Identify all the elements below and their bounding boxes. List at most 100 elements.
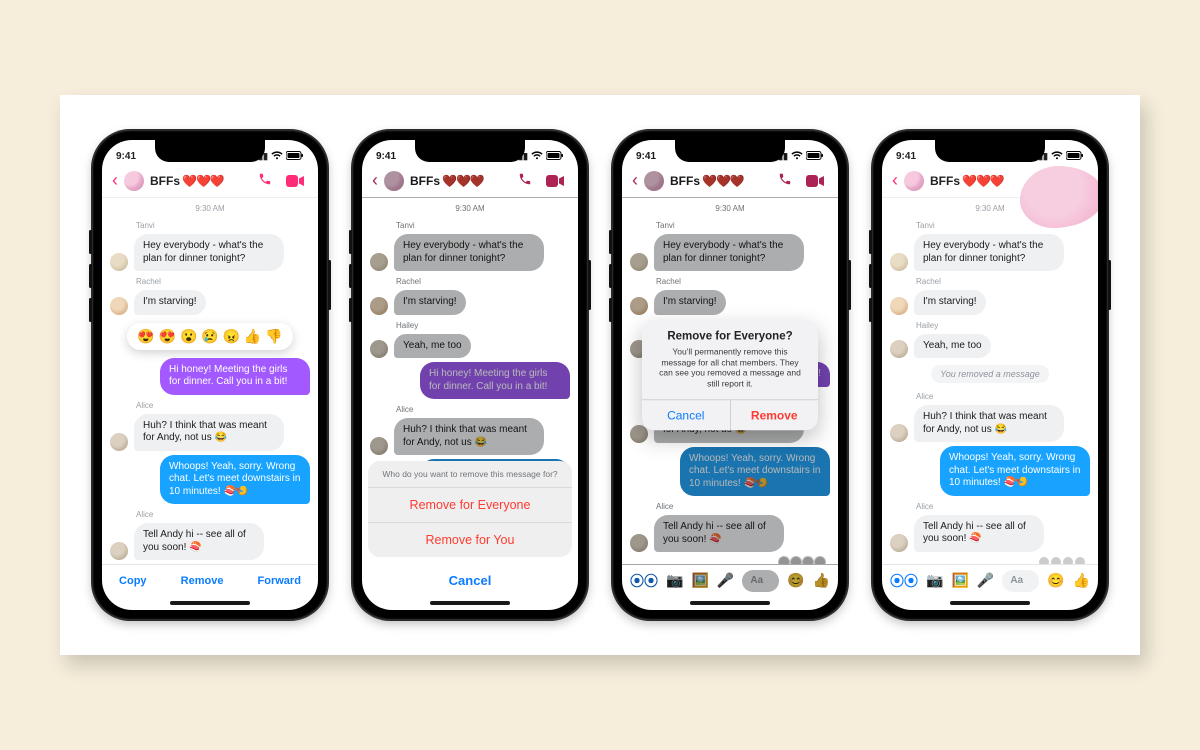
chat-timeline[interactable]: 9:30 AM Tanvi Hey everybody - what's the… [882,198,1098,564]
home-indicator[interactable] [102,596,318,610]
message-bubble[interactable]: Whoops! Yeah, sorry. Wrong chat. Let's m… [940,446,1090,496]
removed-message-notice: You removed a message [931,365,1049,383]
composer-bar: ⦿⦿ 📷 🖼️ 🎤 Aa 😊 👍 [882,564,1098,596]
mic-icon[interactable]: 🎤 [717,572,734,589]
chat-title-text: BFFs [150,174,180,188]
chat-title[interactable]: BFFs ❤️❤️❤️ [150,174,224,188]
chat-avatar[interactable] [644,171,664,191]
message-row[interactable]: Hey everybody - what's the plan for dinn… [110,234,310,271]
chat-avatar[interactable] [124,171,144,191]
message-row: Huh? I think that was meant for Andy, no… [370,418,570,455]
message-row: I'm starving! [370,290,570,315]
message-bubble[interactable]: Huh? I think that was meant for Andy, no… [914,405,1064,442]
remove-for-you-button[interactable]: Remove for You [368,523,572,557]
camera-icon[interactable]: 📷 [926,572,943,589]
home-indicator[interactable] [362,596,578,610]
message-row[interactable]: I'm starving! [890,290,1090,315]
timestamp: 9:30 AM [110,204,310,213]
remove-for-everyone-button[interactable]: Remove for Everyone [368,488,572,523]
camera-icon[interactable]: 📷 [666,572,683,589]
message-row[interactable]: Hi honey! Meeting the girls for dinner. … [110,358,310,395]
mic-icon[interactable]: 🎤 [977,572,994,589]
call-icon[interactable] [774,172,796,189]
screen-4: 9:41 ▮▮▮▮ ‹ BFFs❤️❤️❤️ 9:30 AM Tanvi Hey… [882,140,1098,610]
screen-2: 9:41 ▮▮▮▮ ‹ BFFs ❤️❤️❤️ 9:30 A [362,140,578,610]
message-bubble[interactable]: Huh? I think that was meant for Andy, no… [134,414,284,451]
like-icon[interactable]: 👍 [1073,572,1090,589]
alert-title: Remove for Everyone? [642,320,818,346]
phone-4: 9:41 ▮▮▮▮ ‹ BFFs❤️❤️❤️ 9:30 AM Tanvi Hey… [872,130,1108,620]
notch [415,140,525,162]
video-icon[interactable] [802,175,828,187]
message-bubble[interactable]: Hey everybody - what's the plan for dinn… [914,234,1064,271]
status-time: 9:41 [896,151,916,162]
message-bubble: Whoops! Yeah, sorry. Wrong chat. Let's m… [680,447,830,497]
back-chevron-icon[interactable]: ‹ [372,170,378,191]
message-row[interactable]: Whoops! Yeah, sorry. Wrong chat. Let's m… [110,455,310,505]
alert-remove-button[interactable]: Remove [730,400,819,430]
battery-icon [806,151,824,162]
message-bubble[interactable]: I'm starving! [134,290,206,315]
message-bubble[interactable]: I'm starving! [914,290,986,315]
message-row[interactable]: Huh? I think that was meant for Andy, no… [890,405,1090,442]
message-bubble[interactable]: Whoops! Yeah, sorry. Wrong chat. Let's m… [160,455,310,505]
message-row[interactable]: Tell Andy hi -- see all of you soon! 🍣 [110,523,310,560]
status-time: 9:41 [376,151,396,162]
remove-button[interactable]: Remove [181,575,224,587]
message-row[interactable]: Yeah, me too [890,334,1090,359]
video-icon[interactable] [542,175,568,187]
gallery-icon[interactable]: 🖼️ [691,572,708,589]
message-bubble[interactable]: Tell Andy hi -- see all of you soon! 🍣 [134,523,264,560]
apps-icon[interactable]: ⦿⦿ [890,571,918,591]
sender-label: Tanvi [136,221,310,230]
timestamp: 9:30 AM [370,204,570,213]
sender-avatar [110,542,128,560]
notch [675,140,785,162]
reaction-emojis[interactable]: 😍 😍 😮 😢 😠 👍 👎 [137,328,282,345]
message-bubble[interactable]: Yeah, me too [914,334,991,359]
sheet-cancel-button[interactable]: Cancel [368,563,572,598]
composer-input[interactable]: Aa [1002,570,1039,592]
wifi-icon [791,151,803,162]
message-bubble[interactable]: Tell Andy hi -- see all of you soon! 🍣 [914,515,1044,552]
chat-timeline[interactable]: 9:30 AM Tanvi Hey everybody - what's the… [102,198,318,564]
copy-button[interactable]: Copy [119,575,147,587]
message-row[interactable]: Hey everybody - what's the plan for dinn… [890,234,1090,271]
chat-avatar[interactable] [384,171,404,191]
seen-indicators [630,556,830,564]
chat-avatar[interactable] [904,171,924,191]
emoji-icon[interactable]: 😊 [787,572,804,589]
message-bubble: I'm starving! [394,290,466,315]
sender-label: Alice [136,401,310,410]
message-bubble: Hey everybody - what's the plan for dinn… [654,234,804,271]
chat-title[interactable]: BFFs ❤️❤️❤️ [410,174,484,188]
like-icon[interactable]: 👍 [813,572,830,589]
call-icon[interactable] [254,172,276,189]
notch [935,140,1045,162]
message-row[interactable]: Whoops! Yeah, sorry. Wrong chat. Let's m… [890,446,1090,496]
battery-icon [1066,151,1084,162]
sender-label: Rachel [396,277,570,286]
gallery-icon[interactable]: 🖼️ [951,572,968,589]
back-chevron-icon[interactable]: ‹ [892,170,898,191]
home-indicator[interactable] [622,596,838,610]
message-bubble[interactable]: Hey everybody - what's the plan for dinn… [134,234,284,271]
emoji-icon[interactable]: 😊 [1047,572,1064,589]
reaction-bar[interactable]: 😍 😍 😮 😢 😠 👍 👎 [127,323,292,350]
alert-cancel-button[interactable]: Cancel [642,400,730,430]
message-row[interactable]: Huh? I think that was meant for Andy, no… [110,414,310,451]
message-row[interactable]: I'm starving! [110,290,310,315]
apps-icon[interactable]: ⦿⦿ [630,571,658,591]
video-icon[interactable] [282,175,308,187]
composer-input[interactable]: Aa [742,570,779,592]
message-row[interactable]: Tell Andy hi -- see all of you soon! 🍣 [890,515,1090,552]
message-bubble-selected[interactable]: Hi honey! Meeting the girls for dinner. … [160,358,310,395]
seen-indicators [890,556,1090,565]
back-chevron-icon[interactable]: ‹ [632,170,638,191]
sender-label: Alice [136,510,310,519]
back-chevron-icon[interactable]: ‹ [112,170,118,191]
home-indicator[interactable] [882,596,1098,610]
forward-button[interactable]: Forward [258,575,301,587]
sender-label: Rachel [656,277,830,286]
call-icon[interactable] [514,172,536,189]
